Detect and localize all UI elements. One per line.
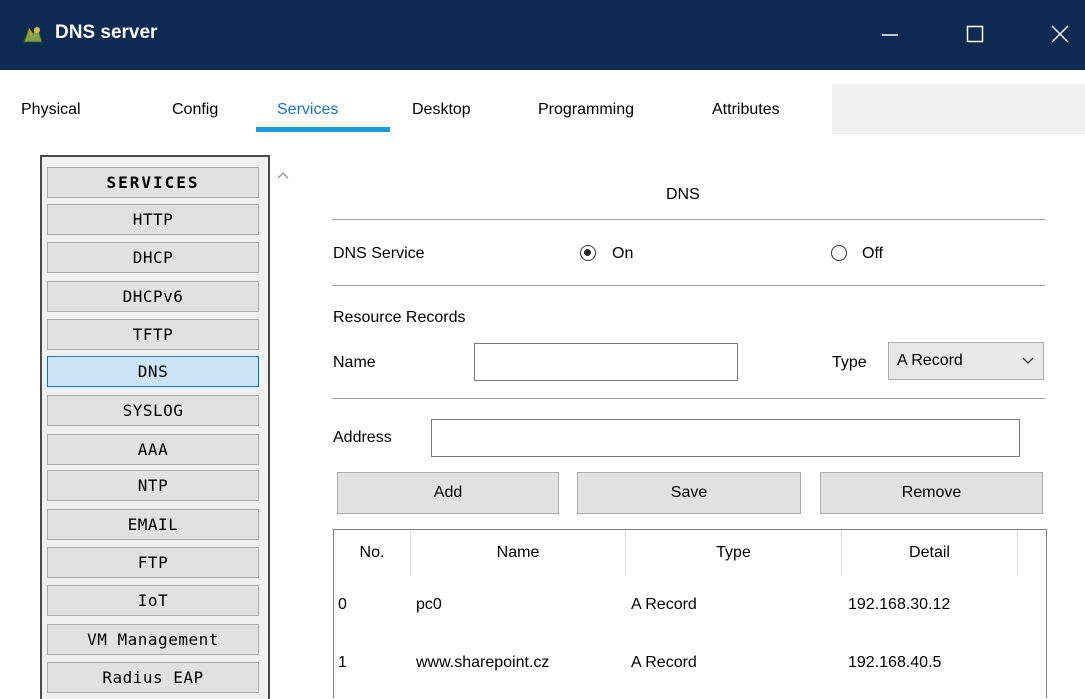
chevron-up-icon: [277, 171, 289, 179]
tab-programming[interactable]: Programming: [538, 84, 634, 134]
address-label: Address: [333, 429, 392, 446]
dns-server-icon: [20, 22, 46, 48]
table-cell-name: pc0: [416, 596, 442, 613]
service-item-vm-management[interactable]: VM Management: [47, 624, 259, 655]
table-cell-type: A Record: [631, 596, 697, 613]
name-input[interactable]: [474, 343, 738, 381]
divider: [332, 285, 1045, 286]
service-item-dns[interactable]: DNS: [47, 356, 259, 387]
close-button[interactable]: [1040, 14, 1080, 54]
service-item-email[interactable]: EMAIL: [47, 509, 259, 540]
dns-service-label: DNS Service: [333, 245, 425, 262]
dns-off-radio[interactable]: [831, 245, 847, 261]
tab-bar: Physical Config Services Desktop Program…: [20, 84, 1085, 134]
service-item-ftp[interactable]: FTP: [47, 547, 259, 578]
tab-strip: Physical Config Services Desktop Program…: [20, 84, 832, 134]
service-item-syslog[interactable]: SYSLOG: [47, 395, 259, 426]
maximize-icon: [966, 25, 984, 43]
service-item-http[interactable]: HTTP: [47, 204, 259, 235]
save-button[interactable]: Save: [577, 472, 801, 514]
close-icon: [1051, 25, 1069, 43]
dns-on-label[interactable]: On: [612, 245, 633, 263]
dns-section-title: DNS: [666, 186, 700, 203]
scroll-up-button[interactable]: [268, 160, 298, 190]
column-header-detail[interactable]: Detail: [842, 530, 1018, 576]
services-list: SERVICES HTTP DHCP DHCPv6 TFTP DNS SYSLO…: [40, 155, 270, 699]
tab-physical[interactable]: Physical: [21, 84, 81, 134]
service-item-dhcpv6[interactable]: DHCPv6: [47, 281, 259, 312]
address-input[interactable]: [431, 419, 1020, 457]
table-cell-no: 1: [338, 654, 347, 671]
type-label: Type: [832, 354, 867, 371]
service-item-radius-eap[interactable]: Radius EAP: [47, 662, 259, 693]
remove-button[interactable]: Remove: [820, 472, 1043, 514]
table-cell-detail: 192.168.30.12: [848, 596, 951, 613]
active-tab-indicator: [256, 127, 390, 132]
add-button[interactable]: Add: [337, 472, 559, 514]
records-table: No. Name Type Detail 0 pc0 A Record 192.…: [333, 529, 1047, 698]
divider: [332, 398, 1045, 399]
table-cell-type: A Record: [631, 654, 697, 671]
tab-attributes[interactable]: Attributes: [712, 84, 780, 134]
resource-records-label: Resource Records: [333, 309, 466, 326]
column-header-type[interactable]: Type: [626, 530, 842, 576]
title-bar: DNS server: [0, 0, 1085, 70]
services-header: SERVICES: [47, 167, 259, 198]
type-select[interactable]: A Record: [888, 342, 1044, 380]
table-cell-name: www.sharepoint.cz: [416, 654, 550, 671]
column-header-no[interactable]: No.: [334, 530, 411, 576]
service-item-ntp[interactable]: NTP: [47, 470, 259, 501]
type-select-value: A Record: [897, 352, 963, 369]
tab-desktop[interactable]: Desktop: [412, 84, 471, 134]
chevron-down-icon: [1022, 357, 1034, 364]
window-title: DNS server: [55, 22, 158, 43]
minimize-icon: [882, 34, 898, 36]
service-item-tftp[interactable]: TFTP: [47, 319, 259, 350]
service-item-dhcp[interactable]: DHCP: [47, 242, 259, 273]
minimize-button[interactable]: [870, 14, 910, 54]
dns-off-label[interactable]: Off: [862, 245, 883, 263]
dns-on-radio[interactable]: [580, 245, 596, 261]
table-cell-no: 0: [338, 596, 347, 613]
service-item-iot[interactable]: IoT: [47, 585, 259, 616]
name-label: Name: [333, 354, 376, 371]
maximize-button[interactable]: [955, 14, 995, 54]
service-item-aaa[interactable]: AAA: [47, 434, 259, 465]
tab-config[interactable]: Config: [172, 84, 218, 134]
column-header-name[interactable]: Name: [411, 530, 626, 576]
divider: [332, 219, 1045, 220]
table-cell-detail: 192.168.40.5: [848, 654, 942, 671]
